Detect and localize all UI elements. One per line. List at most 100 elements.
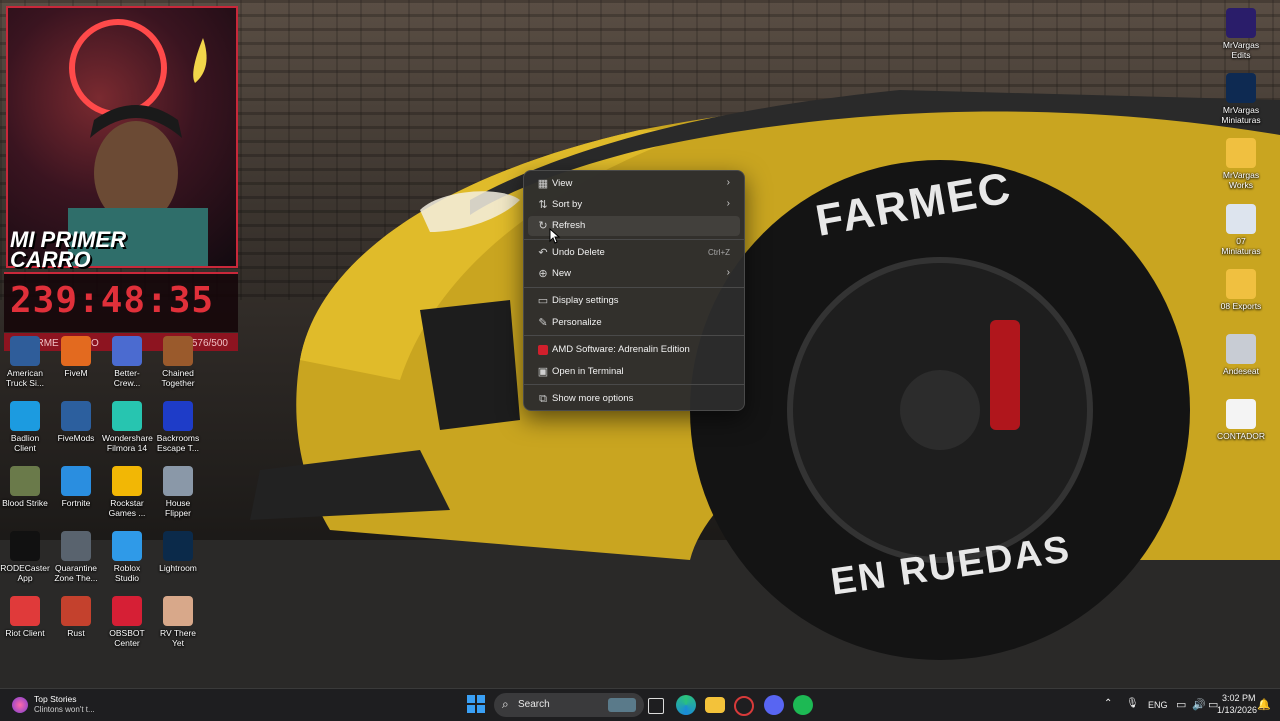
house-flipper-icon [163,466,193,496]
desktop-icon-label: RODECaster App [0,563,50,583]
volume-icon[interactable]: 🔊 [1192,698,1206,711]
quarantine-icon [61,531,91,561]
menu-item-label: View [552,178,573,189]
desktop-icon-label: Backrooms Escape T... [156,433,200,453]
rv-icon [163,596,193,626]
desktop-icon[interactable]: Lightroom [153,531,203,573]
language-indicator[interactable]: ENG [1148,700,1168,710]
filmora-icon [112,401,142,431]
desktop-icon-label: Lightroom [159,563,197,573]
edge-app-icon[interactable] [676,695,696,715]
subathon-timer-panel: 239:48:35 [4,272,238,332]
clock-date[interactable]: 1/13/2026 [1217,705,1257,715]
desktop-icon[interactable]: Rust [51,596,101,638]
network-icon[interactable]: ▭ [1176,698,1186,711]
menu-separator [524,335,744,336]
desktop-icon-label: House Flipper [165,498,191,518]
desktop-icon[interactable]: MrVargas Miniaturas [1216,73,1266,125]
desktop-icon[interactable]: Fortnite [51,466,101,508]
menu-item-show-more-options[interactable]: ⧉ Show more options [528,389,740,409]
desktop-icon[interactable]: Wondershare Filmora 14 [102,401,153,453]
desktop-icon-label: OBSBOT Center [109,628,145,648]
desktop-icon[interactable]: OBSBOT Center [102,596,152,648]
settings-app-icon[interactable] [734,696,754,716]
desktop-icon-label: Rust [67,628,85,638]
notification-icon[interactable]: 🔔 [1257,698,1271,711]
news-widget[interactable]: Top Stories Clintons won't t... [10,693,120,717]
photoshop-icon [1226,73,1256,103]
stream-brand-logo: MI PRIMER CARRO [10,227,127,272]
clock-time[interactable]: 3:02 PM [1222,693,1256,703]
desktop-icon-label: Fortnite [61,498,91,508]
search-icon: ⌕ [502,697,509,711]
truck-icon [10,336,40,366]
mouse-cursor-icon [549,228,561,244]
desktop-icon-label: MrVargas Miniaturas [1221,105,1261,125]
obsbot-icon [112,596,142,626]
chain-icon [163,336,193,366]
desktop-icon[interactable]: Andeseat [1216,334,1266,376]
desktop-icon-label: Blood Strike [2,498,48,508]
desktop-icon[interactable]: FiveM [51,336,101,378]
fivemods-icon [61,401,91,431]
desktop-icon[interactable]: House Flipper [153,466,203,518]
menu-item-label: AMD Software: Adrenalin Edition [552,344,690,355]
menu-item-amd-software[interactable]: AMD Software: Adrenalin Edition [528,340,740,360]
news-subtitle: Clintons won't t... [34,705,95,714]
menu-item-open-terminal[interactable]: ▣ Open in Terminal [528,362,740,382]
desktop-icon[interactable]: RV There Yet [153,596,203,648]
desktop-icon[interactable]: FiveMods [51,401,101,443]
menu-item-undo-delete[interactable]: ↶ Undo Delete Ctrl+Z [528,243,740,263]
menu-item-personalize[interactable]: ✎ Personalize [528,313,740,333]
refresh-icon: ↻ [538,220,548,232]
riot-icon [10,596,40,626]
fivem-icon [61,336,91,366]
start-button[interactable] [467,695,487,715]
roblox-studio-icon [112,531,142,561]
menu-item-label: Sort by [552,199,583,210]
desktop-icon[interactable]: American Truck Si... [0,336,50,388]
desktop-icon-label: Quarantine Zone The... [54,563,98,583]
desktop-icon[interactable]: Roblox Studio [102,531,152,583]
desktop-icon[interactable]: Rockstar Games ... [102,466,152,518]
menu-item-display-settings[interactable]: ▭ Display settings [528,291,740,311]
desktop-icon[interactable]: Riot Client [0,596,50,638]
menu-item-label: New [552,268,572,279]
desktop-icon[interactable]: Chained Together [153,336,203,388]
desktop-icon[interactable]: MrVargas Edits [1216,8,1266,60]
microphone-icon[interactable]: 🎙 [1126,698,1139,709]
desktop-icon[interactable]: Better-Crew... [102,336,152,388]
desktop-icon[interactable]: 07 Miniaturas [1216,204,1266,256]
task-view-button[interactable] [648,698,664,714]
desktop-icon[interactable]: CONTADOR [1216,399,1266,441]
file-explorer-icon[interactable] [705,697,725,713]
discord-app-icon[interactable] [764,695,784,715]
menu-item-view[interactable]: ▦ View › [528,174,740,194]
menu-item-new[interactable]: ⊕ New › [528,264,740,284]
desktop-icon[interactable]: Backrooms Escape T... [153,401,203,453]
better-crew-icon [112,336,142,366]
menu-separator [524,384,744,385]
fortnite-icon [61,466,91,496]
menu-item-sort-by[interactable]: ⇅ Sort by › [528,195,740,215]
desktop-icon[interactable]: Quarantine Zone The... [51,531,101,583]
desktop-icon-label: Rockstar Games ... [108,498,146,518]
blood-strike-icon [10,466,40,496]
undo-icon: ↶ [538,247,548,259]
desktop-icon[interactable]: Badlion Client [0,401,50,453]
folder-icon [1226,269,1256,299]
premiere-icon [1226,8,1256,38]
search-highlight-icon [608,698,636,712]
menu-separator [524,287,744,288]
taskbar-search[interactable]: ⌕ Search [494,693,644,717]
spotify-app-icon[interactable] [793,695,813,715]
chevron-right-icon: › [726,198,730,209]
desktop-icon[interactable]: 08 Exports [1216,269,1266,311]
desktop-icon[interactable]: RODECaster App [0,531,50,583]
chevron-up-icon[interactable]: ⌃ [1104,698,1112,709]
menu-item-label: Show more options [552,393,634,404]
desktop-icon[interactable]: Blood Strike [0,466,50,508]
desktop-icon[interactable]: MrVargas Works [1216,138,1266,190]
desktop-icon-label: Riot Client [5,628,45,638]
desktop-icon-label: Badlion Client [10,433,40,453]
